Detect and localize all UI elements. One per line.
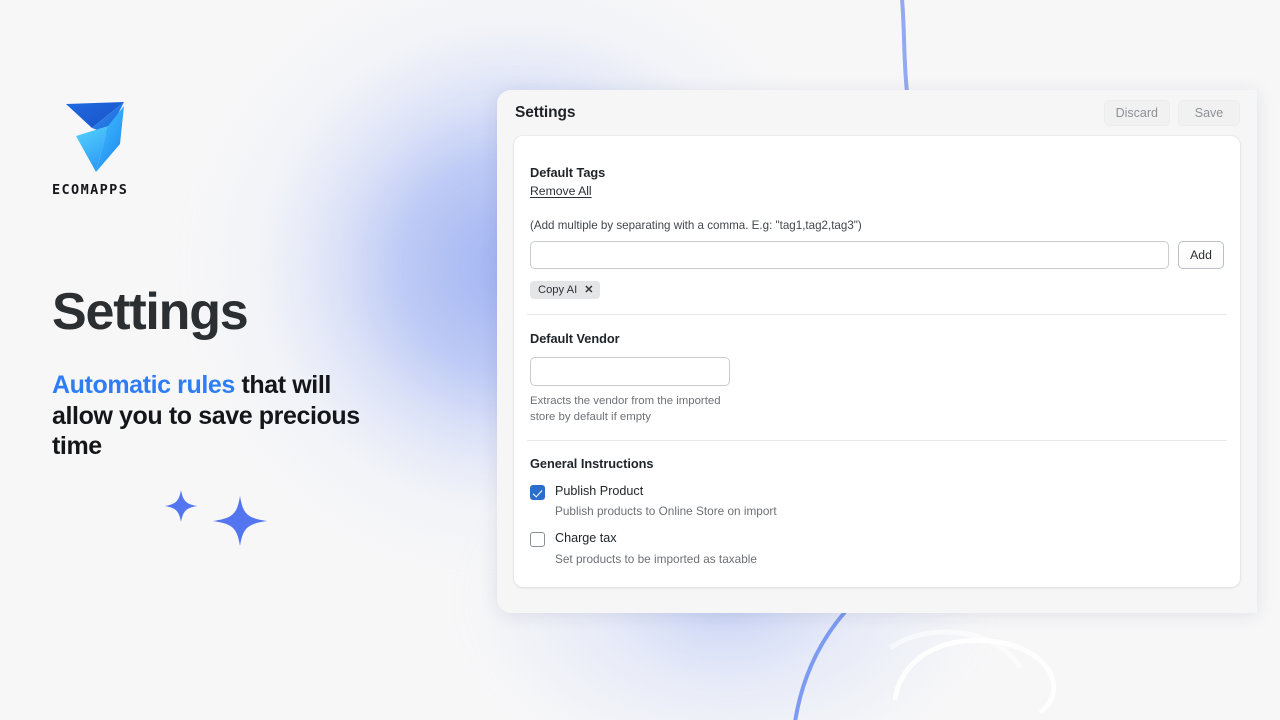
default-tags-section: Default Tags Remove All (Add multiple by…	[514, 136, 1240, 299]
page-title: Settings	[52, 283, 249, 341]
publish-product-text: Publish Product Publish products to Onli…	[555, 484, 777, 518]
publish-product-checkbox[interactable]	[530, 485, 545, 501]
remove-all-link[interactable]: Remove All	[530, 184, 592, 198]
default-tags-input[interactable]	[530, 241, 1169, 269]
default-vendor-label: Default Vendor	[530, 331, 620, 346]
add-tag-button[interactable]: Add	[1178, 241, 1224, 269]
default-tags-hint: (Add multiple by separating with a comma…	[530, 219, 862, 232]
discard-button[interactable]: Discard	[1103, 100, 1170, 126]
brand-wordmark: ECOMAPPS	[52, 182, 129, 198]
charge-tax-title: Charge tax	[555, 531, 617, 546]
general-instructions-label: General Instructions	[530, 456, 654, 472]
publish-product-description: Publish products to Online Store on impo…	[555, 504, 777, 519]
close-x-icon[interactable]: ✕	[584, 284, 593, 296]
default-tags-input-row: Add	[530, 241, 1224, 269]
panel-header: Settings Discard Save	[497, 90, 1257, 136]
app-screenshot: ECOMAPPS Settings Automatic rules that w…	[0, 0, 1280, 720]
charge-tax-description: Set products to be imported as taxable	[555, 551, 757, 566]
charge-tax-row[interactable]: Charge tax Set products to be imported a…	[530, 531, 1224, 566]
hero-column: ECOMAPPS Settings Automatic rules that w…	[52, 96, 452, 462]
publish-product-title: Publish Product	[555, 484, 644, 499]
publish-product-row[interactable]: Publish Product Publish products to Onli…	[530, 484, 1224, 518]
default-vendor-help: Extracts the vendor from the imported st…	[530, 395, 721, 424]
panel-header-actions: Discard Save	[1103, 100, 1240, 126]
tag-chip[interactable]: Copy AI ✕	[530, 281, 601, 299]
hero-subheadline-accent: Automatic rules	[52, 371, 235, 399]
brand-logo: ECOMAPPS	[52, 96, 148, 198]
default-tags-label: Default Tags	[530, 165, 606, 180]
tag-chip-label: Copy AI	[538, 284, 578, 296]
hero-subheadline: Automatic rules that will allow you to s…	[52, 370, 382, 462]
charge-tax-text: Charge tax Set products to be imported a…	[555, 531, 757, 565]
settings-card: Default Tags Remove All (Add multiple by…	[514, 136, 1240, 587]
default-vendor-input[interactable]	[530, 357, 730, 386]
sparkle-decoration	[165, 490, 267, 546]
settings-panel: Settings Discard Save Default Tags Remov…	[497, 90, 1257, 613]
default-vendor-section: Default Vendor Extracts the vendor from …	[514, 315, 1240, 425]
paper-plane-logo-icon	[66, 102, 124, 172]
charge-tax-checkbox[interactable]	[530, 532, 545, 548]
save-button[interactable]: Save	[1178, 100, 1240, 126]
panel-title: Settings	[515, 104, 576, 121]
general-instructions-section: General Instructions Publish Product Pub…	[514, 441, 1240, 566]
default-tags-chip-list: Copy AI ✕	[530, 281, 1224, 299]
